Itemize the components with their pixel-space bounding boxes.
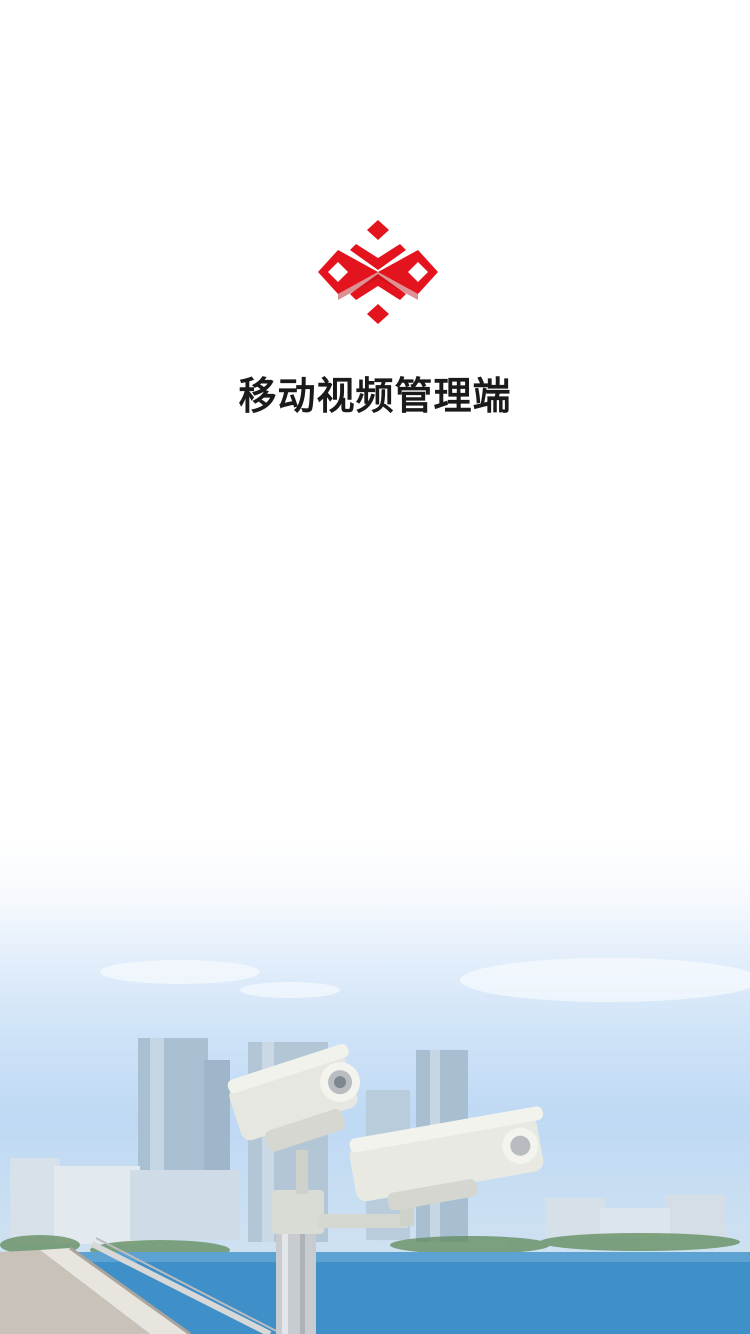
brand-logo-icon (318, 220, 438, 324)
app-title: 移动视频管理端 (238, 374, 512, 418)
splash-screen: 移动视频管理端 (0, 0, 750, 1334)
city-camera-illustration (0, 958, 750, 1334)
